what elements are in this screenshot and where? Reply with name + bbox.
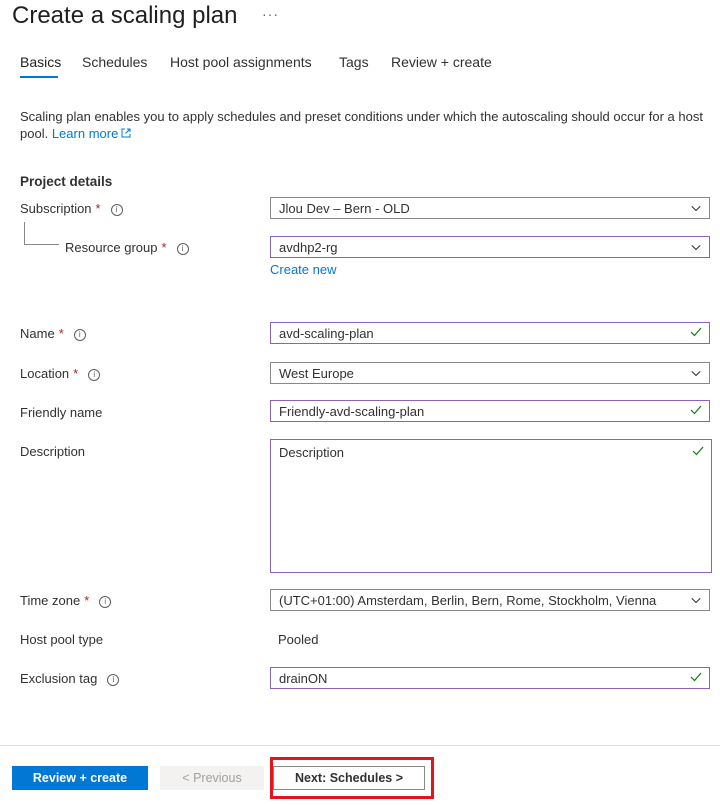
time-zone-label: Time zone * i bbox=[20, 593, 112, 608]
exclusion-tag-input[interactable]: drainON bbox=[270, 667, 710, 689]
time-zone-label-text: Time zone bbox=[20, 593, 81, 608]
required-marker: * bbox=[161, 240, 167, 255]
name-label-text: Name bbox=[20, 326, 55, 341]
external-link-icon bbox=[121, 128, 131, 138]
tab-host-pool-assignments[interactable]: Host pool assignments bbox=[170, 54, 312, 70]
subscription-label-text: Subscription bbox=[20, 201, 92, 216]
highlight-box bbox=[270, 757, 434, 799]
info-icon[interactable]: i bbox=[73, 329, 86, 341]
description-textarea[interactable]: Description bbox=[270, 439, 712, 573]
exclusion-tag-value: drainON bbox=[279, 671, 328, 686]
location-select[interactable]: West Europe bbox=[270, 362, 710, 384]
resource-group-select[interactable]: avdhp2-rg bbox=[270, 236, 710, 258]
name-label: Name * i bbox=[20, 326, 86, 341]
required-marker: * bbox=[84, 593, 90, 608]
friendly-name-input[interactable]: Friendly-avd-scaling-plan bbox=[270, 400, 710, 422]
project-details-heading: Project details bbox=[20, 174, 113, 189]
friendly-name-label: Friendly name bbox=[20, 405, 103, 420]
time-zone-select[interactable]: (UTC+01:00) Amsterdam, Berlin, Bern, Rom… bbox=[270, 589, 710, 611]
info-icon[interactable]: i bbox=[110, 204, 123, 216]
checkmark-icon bbox=[690, 672, 702, 682]
host-pool-type-label: Host pool type bbox=[20, 632, 104, 647]
tab-schedules[interactable]: Schedules bbox=[82, 54, 147, 70]
active-tab-indicator bbox=[20, 76, 58, 78]
learn-more-label: Learn more bbox=[51, 126, 119, 141]
footer-divider bbox=[0, 745, 720, 746]
info-icon[interactable]: i bbox=[99, 596, 112, 608]
location-label-text: Location bbox=[20, 366, 70, 381]
location-value: West Europe bbox=[279, 366, 354, 381]
host-pool-type-value: Pooled bbox=[278, 632, 319, 647]
checkmark-icon bbox=[690, 327, 702, 337]
time-zone-value: (UTC+01:00) Amsterdam, Berlin, Bern, Rom… bbox=[279, 593, 657, 608]
create-new-link[interactable]: Create new bbox=[270, 262, 336, 277]
name-value: avd-scaling-plan bbox=[279, 326, 374, 341]
exclusion-tag-label-text: Exclusion tag bbox=[20, 671, 98, 686]
tree-connector bbox=[24, 222, 59, 245]
tab-review-create[interactable]: Review + create bbox=[391, 54, 492, 70]
exclusion-tag-label: Exclusion tag i bbox=[20, 671, 120, 686]
chevron-down-icon bbox=[691, 597, 701, 604]
info-icon[interactable]: i bbox=[176, 243, 189, 255]
more-options-icon[interactable]: ··· bbox=[262, 6, 279, 22]
tab-tags[interactable]: Tags bbox=[339, 54, 369, 70]
learn-more-link[interactable]: Learn more bbox=[52, 126, 131, 141]
chevron-down-icon bbox=[691, 205, 701, 212]
subscription-select[interactable]: Jlou Dev – Bern - OLD bbox=[270, 197, 710, 219]
tab-basics[interactable]: Basics bbox=[20, 54, 61, 70]
chevron-down-icon bbox=[691, 244, 701, 251]
chevron-down-icon bbox=[691, 370, 701, 377]
description-label: Description bbox=[20, 444, 86, 459]
resource-group-label-text: Resource group bbox=[65, 240, 158, 255]
subscription-label: Subscription * i bbox=[20, 201, 123, 216]
previous-button[interactable]: < Previous bbox=[160, 766, 264, 790]
subscription-value: Jlou Dev – Bern - OLD bbox=[279, 201, 410, 216]
name-input[interactable]: avd-scaling-plan bbox=[270, 322, 710, 344]
required-marker: * bbox=[58, 326, 64, 341]
location-label: Location * i bbox=[20, 366, 101, 381]
checkmark-icon bbox=[690, 405, 702, 415]
resource-group-label: Resource group * i bbox=[65, 240, 189, 255]
intro-text: Scaling plan enables you to apply schedu… bbox=[20, 108, 710, 142]
required-marker: * bbox=[73, 366, 79, 381]
friendly-name-value: Friendly-avd-scaling-plan bbox=[279, 404, 425, 419]
checkmark-icon bbox=[692, 446, 704, 456]
review-create-button[interactable]: Review + create bbox=[12, 766, 148, 790]
description-value: Description bbox=[279, 445, 345, 460]
page-title: Create a scaling plan bbox=[12, 2, 238, 29]
resource-group-value: avdhp2-rg bbox=[279, 240, 338, 255]
info-icon[interactable]: i bbox=[88, 369, 101, 381]
info-icon[interactable]: i bbox=[107, 674, 120, 686]
required-marker: * bbox=[95, 201, 101, 216]
tab-bar: Basics Schedules Host pool assignments T… bbox=[0, 50, 720, 80]
